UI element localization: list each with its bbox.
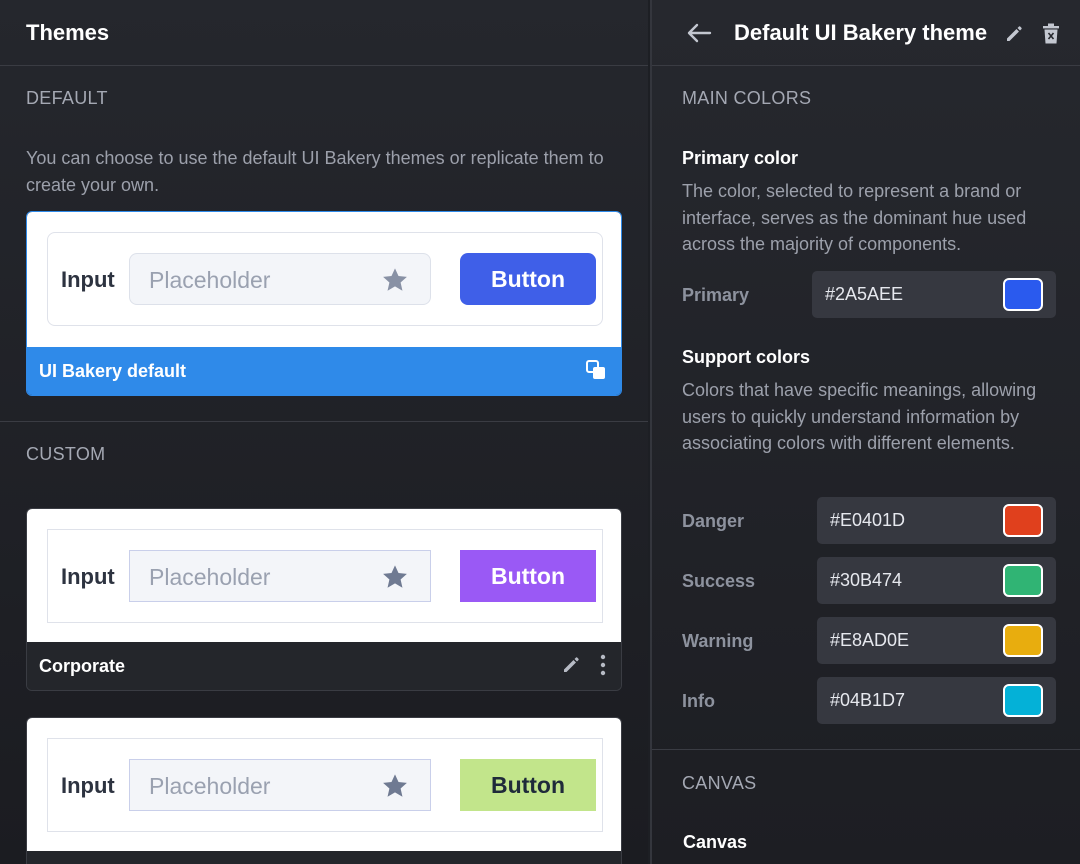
canvas-section-label: CANVAS — [682, 773, 757, 793]
preview-placeholder: Placeholder — [149, 564, 271, 590]
preview-button: Button — [460, 759, 596, 811]
danger-color-field[interactable]: #E0401D — [817, 497, 1056, 544]
color-label: Info — [682, 691, 715, 711]
preview-input: Placeholder — [129, 550, 431, 602]
support-colors-heading: Support colors — [682, 347, 811, 367]
themes-header: Themes — [0, 0, 648, 66]
default-section-label: DEFAULT — [26, 88, 108, 108]
theme-detail-header: Default UI Bakery theme — [652, 0, 1080, 66]
color-row-success: Success #30B474 — [682, 557, 1056, 605]
theme-card-ui-bakery-default[interactable]: Input Placeholder Button UI Bakery defau… — [26, 211, 622, 396]
color-row-primary: Primary #2A5AEE — [682, 271, 1056, 319]
color-hex-value: #E0401D — [830, 510, 906, 530]
edit-icon[interactable] — [561, 655, 581, 675]
preview-input: Placeholder — [129, 253, 431, 305]
star-icon — [383, 774, 407, 797]
preview-placeholder: Placeholder — [149, 267, 271, 293]
duplicate-icon[interactable] — [585, 359, 607, 381]
color-hex-value: #2A5AEE — [825, 284, 904, 304]
back-arrow-icon[interactable] — [686, 22, 712, 44]
edit-icon[interactable] — [1004, 24, 1024, 44]
color-row-warning: Warning #E8AD0E — [682, 617, 1056, 665]
primary-color-heading: Primary color — [682, 148, 799, 168]
trash-icon[interactable] — [1042, 23, 1060, 45]
preview-frame: Input Placeholder Button — [47, 738, 603, 832]
color-label: Danger — [682, 511, 745, 531]
preview-button: Button — [460, 253, 596, 305]
color-label: Primary — [682, 285, 750, 305]
color-swatch[interactable] — [1003, 684, 1043, 717]
theme-card-footer: Corporate — [27, 642, 621, 690]
color-swatch[interactable] — [1003, 564, 1043, 597]
color-hex-value: #E8AD0E — [830, 630, 910, 650]
theme-preview: Input Placeholder Button — [27, 509, 621, 642]
custom-section-label: CUSTOM — [26, 444, 106, 464]
warning-color-field[interactable]: #E8AD0E — [817, 617, 1056, 664]
theme-card-footer — [27, 851, 621, 864]
preview-button: Button — [460, 550, 596, 602]
color-label: Success — [682, 571, 756, 591]
support-colors-description: Colors that have specific meanings, allo… — [682, 380, 1037, 453]
theme-title: Default UI Bakery theme — [734, 19, 988, 45]
primary-color-field[interactable]: #2A5AEE — [812, 271, 1056, 318]
color-label: Warning — [682, 631, 754, 651]
color-swatch[interactable] — [1003, 504, 1043, 537]
theme-name: Corporate — [39, 655, 126, 676]
theme-card-footer: UI Bakery default — [27, 347, 621, 395]
info-color-field[interactable]: #04B1D7 — [817, 677, 1056, 724]
preview-input-label: Input — [61, 773, 115, 798]
theme-card-custom[interactable]: Input Placeholder Button — [26, 717, 622, 864]
more-vertical-icon[interactable] — [599, 654, 607, 676]
section-divider — [652, 749, 1080, 750]
themes-panel: Themes DEFAULT You can choose to use the… — [0, 0, 648, 864]
canvas-heading: Canvas — [683, 832, 748, 852]
preview-input-label: Input — [61, 564, 115, 589]
preview-input: Placeholder — [129, 759, 431, 811]
color-swatch[interactable] — [1003, 624, 1043, 657]
theme-name: UI Bakery default — [39, 360, 187, 381]
main-colors-section-label: MAIN COLORS — [682, 88, 812, 108]
primary-color-description: The color, selected to represent a brand… — [682, 181, 1027, 254]
preview-placeholder: Placeholder — [149, 773, 271, 799]
star-icon — [383, 565, 407, 588]
default-description: You can choose to use the default UI Bak… — [26, 148, 604, 195]
color-row-info: Info #04B1D7 — [682, 677, 1056, 725]
theme-card-corporate[interactable]: Input Placeholder Button Corporate — [26, 508, 622, 691]
success-color-field[interactable]: #30B474 — [817, 557, 1056, 604]
preview-input-label: Input — [61, 267, 115, 292]
color-row-danger: Danger #E0401D — [682, 497, 1056, 545]
theme-preview: Input Placeholder Button — [27, 212, 621, 347]
preview-frame: Input Placeholder Button — [47, 529, 603, 623]
preview-frame: Input Placeholder Button — [47, 232, 603, 326]
star-icon — [383, 268, 407, 291]
section-divider — [0, 421, 648, 422]
page-title: Themes — [26, 19, 110, 45]
theme-detail-panel: Default UI Bakery theme MAIN COLORS Prim… — [650, 0, 1080, 864]
color-swatch[interactable] — [1003, 278, 1043, 311]
color-hex-value: #30B474 — [830, 570, 903, 590]
color-hex-value: #04B1D7 — [830, 690, 906, 710]
theme-preview: Input Placeholder Button — [27, 718, 621, 851]
